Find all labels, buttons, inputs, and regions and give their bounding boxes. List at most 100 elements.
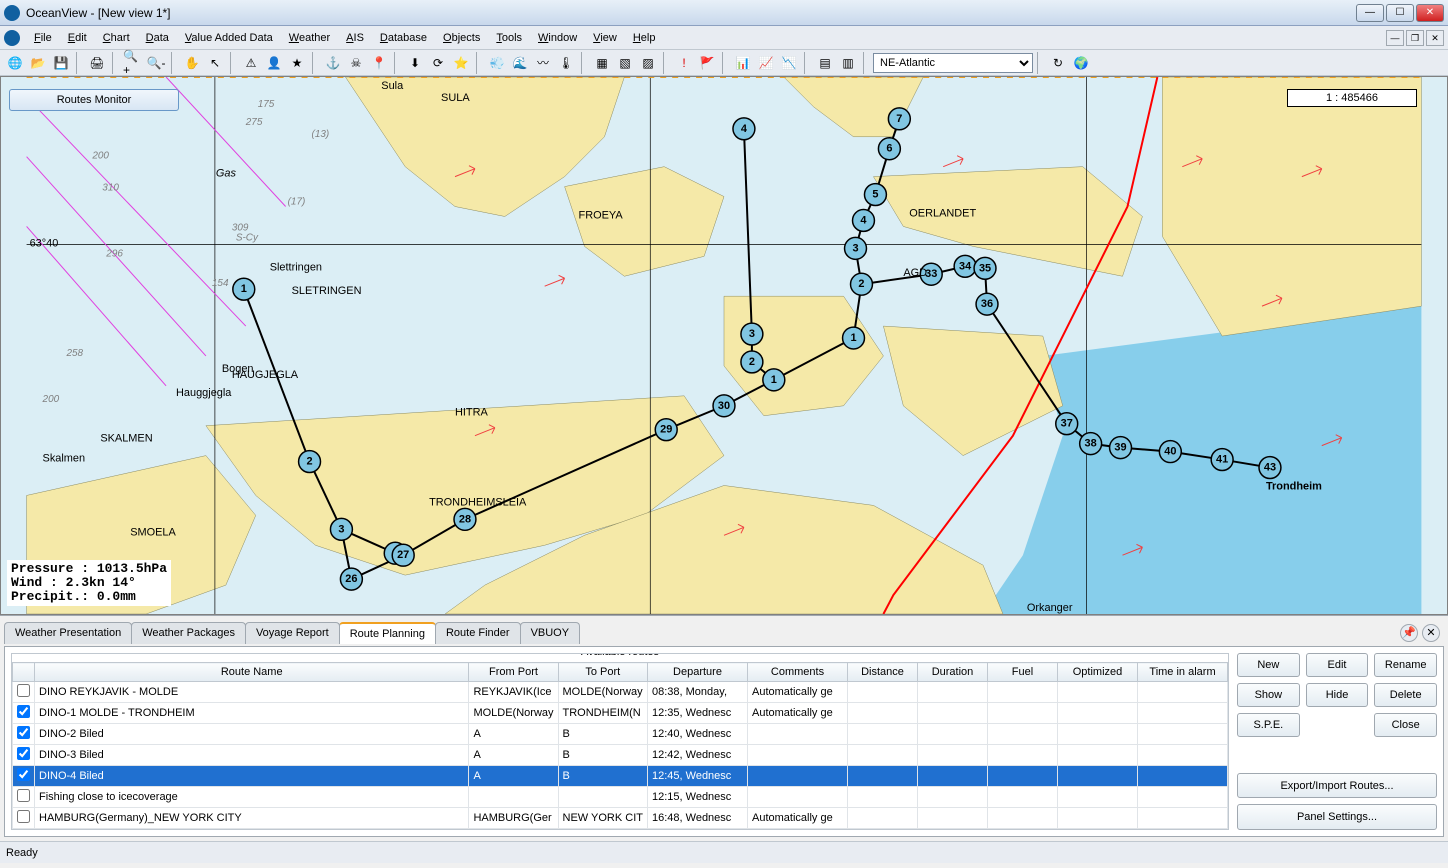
chart3-icon[interactable]: 📉	[778, 52, 800, 74]
table-row[interactable]: DINO-1 MOLDE - TRONDHEIMMOLDE(NorwayTRON…	[13, 703, 1228, 724]
save-icon[interactable]: 💾	[50, 52, 72, 74]
maximize-button[interactable]: ☐	[1386, 4, 1414, 22]
grid1-icon[interactable]: ▤	[814, 52, 836, 74]
table-row[interactable]: DINO-3 BiledAB12:42, Wednesc	[13, 745, 1228, 766]
menu-ais[interactable]: AIS	[338, 29, 372, 47]
export-import-button[interactable]: Export/Import Routes...	[1237, 773, 1437, 799]
menu-help[interactable]: Help	[625, 29, 664, 47]
person-icon[interactable]: 👤	[263, 52, 285, 74]
zoom-out-icon[interactable]: 🔍-	[145, 52, 167, 74]
rename-button[interactable]: Rename	[1374, 653, 1437, 677]
col-optimized[interactable]: Optimized	[1058, 663, 1138, 682]
region-select[interactable]: NE-Atlantic	[873, 53, 1033, 73]
menu-database[interactable]: Database	[372, 29, 435, 47]
col-distance[interactable]: Distance	[848, 663, 918, 682]
col-to-port[interactable]: To Port	[558, 663, 647, 682]
wave-icon[interactable]: 🌊	[509, 52, 531, 74]
panel-close-icon[interactable]: ✕	[1422, 624, 1440, 642]
map-area[interactable]: 1234262728293012312345674333435363738394…	[0, 76, 1448, 615]
new-button[interactable]: New	[1237, 653, 1300, 677]
zoom-in-icon[interactable]: 🔍+	[122, 52, 144, 74]
route-checkbox[interactable]	[17, 684, 30, 697]
chart2-icon[interactable]: 📈	[755, 52, 777, 74]
chart1-icon[interactable]: 📊	[732, 52, 754, 74]
col-from-port[interactable]: From Port	[469, 663, 558, 682]
tab-weather-presentation[interactable]: Weather Presentation	[4, 622, 132, 644]
menu-chart[interactable]: Chart	[95, 29, 138, 47]
mdi-close[interactable]: ✕	[1426, 30, 1444, 46]
col-time-in-alarm[interactable]: Time in alarm	[1138, 663, 1228, 682]
show-button[interactable]: Show	[1237, 683, 1300, 707]
menu-weather[interactable]: Weather	[281, 29, 338, 47]
spe-button[interactable]: S.P.E.	[1237, 713, 1300, 737]
col-duration[interactable]: Duration	[918, 663, 988, 682]
tab-voyage-report[interactable]: Voyage Report	[245, 622, 340, 644]
route-checkbox[interactable]	[17, 747, 30, 760]
panel-settings-button[interactable]: Panel Settings...	[1237, 804, 1437, 830]
download-icon[interactable]: ⬇	[404, 52, 426, 74]
anchor-icon[interactable]: ⚓	[322, 52, 344, 74]
routes-monitor-button[interactable]: Routes Monitor	[9, 89, 179, 111]
table-row[interactable]: Fishing close to icecoverage12:15, Wedne…	[13, 787, 1228, 808]
table-row[interactable]: HAMBURG(Germany)_NEW YORK CITYHAMBURG(Ge…	[13, 808, 1228, 829]
close-panel-button[interactable]: Close	[1374, 713, 1437, 737]
menu-tools[interactable]: Tools	[488, 29, 530, 47]
menu-value-added-data[interactable]: Value Added Data	[177, 29, 281, 47]
star-icon[interactable]: ★	[286, 52, 308, 74]
col-route-name[interactable]: Route Name	[35, 663, 469, 682]
menu-edit[interactable]: Edit	[60, 29, 95, 47]
routes-table-scroll[interactable]: Route NameFrom PortTo PortDepartureComme…	[12, 662, 1228, 829]
favorite-icon[interactable]: ⭐	[450, 52, 472, 74]
svg-text:310: 310	[102, 183, 119, 194]
arrow-icon[interactable]: ↖	[204, 52, 226, 74]
route-checkbox[interactable]	[17, 789, 30, 802]
route-checkbox[interactable]	[17, 810, 30, 823]
menu-data[interactable]: Data	[138, 29, 177, 47]
route-checkbox[interactable]	[17, 705, 30, 718]
col-fuel[interactable]: Fuel	[988, 663, 1058, 682]
mdi-minimize[interactable]: —	[1386, 30, 1404, 46]
current-icon[interactable]: 〰	[532, 52, 554, 74]
flag-icon[interactable]: 🚩	[696, 52, 718, 74]
edit-button[interactable]: Edit	[1306, 653, 1369, 677]
mdi-restore[interactable]: ❐	[1406, 30, 1424, 46]
menu-view[interactable]: View	[585, 29, 625, 47]
tab-route-planning[interactable]: Route Planning	[339, 622, 436, 644]
pin-icon[interactable]: 📌	[1400, 624, 1418, 642]
route-checkbox[interactable]	[17, 768, 30, 781]
alert-icon[interactable]: !	[673, 52, 695, 74]
print-icon[interactable]: 🖨	[86, 52, 108, 74]
marker-icon[interactable]: 📍	[368, 52, 390, 74]
menu-objects[interactable]: Objects	[435, 29, 488, 47]
layer1-icon[interactable]: ▦	[591, 52, 613, 74]
hand-icon[interactable]: ✋	[181, 52, 203, 74]
col-comments[interactable]: Comments	[748, 663, 848, 682]
minimize-button[interactable]: —	[1356, 4, 1384, 22]
temp-icon[interactable]: 🌡	[555, 52, 577, 74]
menu-file[interactable]: File	[26, 29, 60, 47]
refresh2-icon[interactable]: ↻	[1047, 52, 1069, 74]
globe2-icon[interactable]: 🌍	[1070, 52, 1092, 74]
tab-vbuoy[interactable]: VBUOY	[520, 622, 581, 644]
globe-icon[interactable]: 🌐	[4, 52, 26, 74]
tab-route-finder[interactable]: Route Finder	[435, 622, 521, 644]
tab-weather-packages[interactable]: Weather Packages	[131, 622, 246, 644]
skull-icon[interactable]: ☠	[345, 52, 367, 74]
delete-button[interactable]: Delete	[1374, 683, 1437, 707]
table-row[interactable]: DINO-4 BiledAB12:45, Wednesc	[13, 766, 1228, 787]
svg-text:Sula: Sula	[381, 80, 404, 92]
route-checkbox[interactable]	[17, 726, 30, 739]
layer3-icon[interactable]: ▨	[637, 52, 659, 74]
warning-icon[interactable]: ⚠	[240, 52, 262, 74]
refresh-icon[interactable]: ⟳	[427, 52, 449, 74]
hide-button[interactable]: Hide	[1306, 683, 1369, 707]
table-row[interactable]: DINO-2 BiledAB12:40, Wednesc	[13, 724, 1228, 745]
menu-window[interactable]: Window	[530, 29, 585, 47]
table-row[interactable]: DINO REYKJAVIK - MOLDEREYKJAVIK(IceMOLDE…	[13, 682, 1228, 703]
col-departure[interactable]: Departure	[648, 663, 748, 682]
layer2-icon[interactable]: ▧	[614, 52, 636, 74]
close-button[interactable]: ✕	[1416, 4, 1444, 22]
open-icon[interactable]: 📂	[27, 52, 49, 74]
wind-icon[interactable]: 💨	[486, 52, 508, 74]
grid2-icon[interactable]: ▥	[837, 52, 859, 74]
